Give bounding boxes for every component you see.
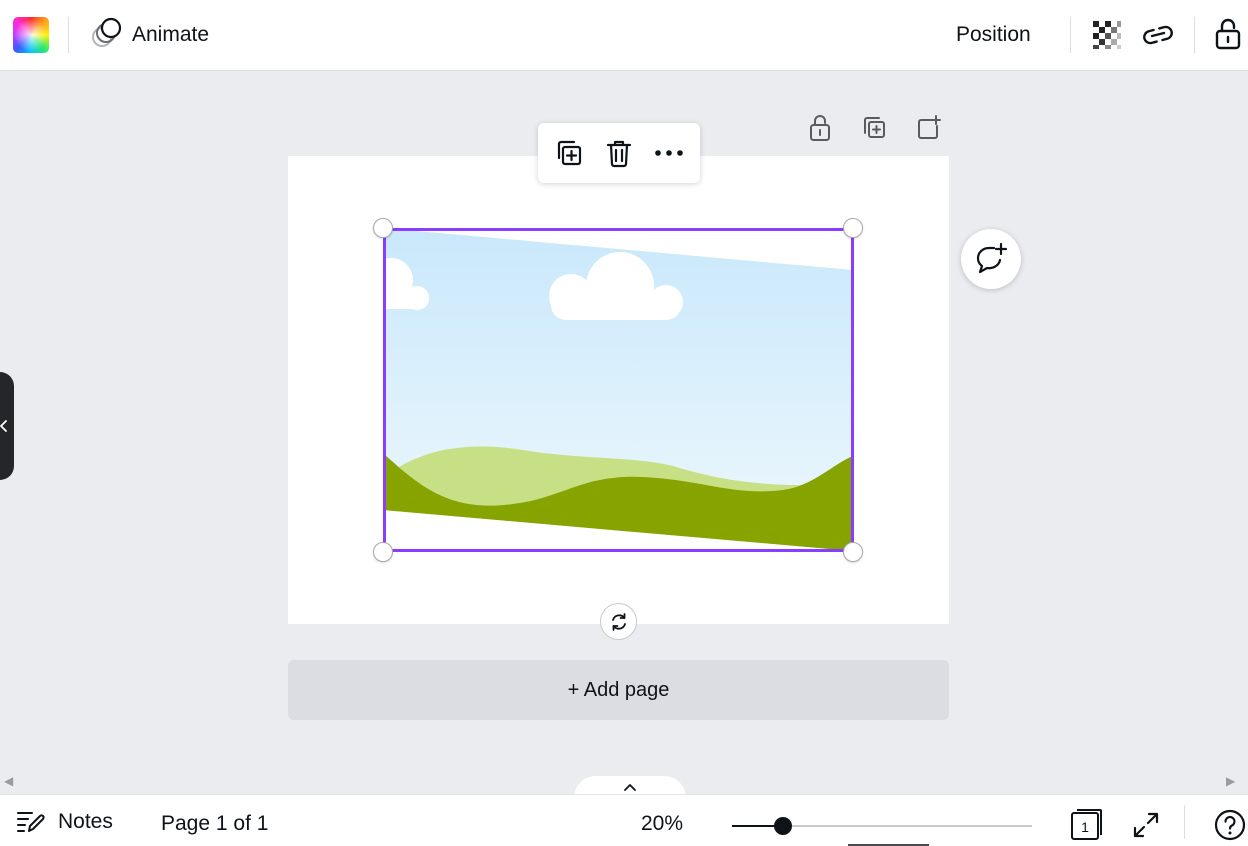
image-element[interactable] bbox=[383, 228, 853, 551]
toolbar-divider bbox=[68, 17, 69, 53]
animate-label: Animate bbox=[132, 23, 210, 46]
animate-button[interactable]: Animate bbox=[86, 14, 213, 56]
duplicate-icon bbox=[557, 140, 582, 166]
comment-add-icon bbox=[976, 242, 1008, 274]
element-floating-toolbar bbox=[538, 123, 700, 183]
zoom-slider-thumb[interactable] bbox=[774, 817, 792, 835]
resize-handle-bottom-left[interactable] bbox=[373, 542, 393, 562]
resize-handle-top-left[interactable] bbox=[373, 218, 393, 238]
notes-button[interactable]: Notes bbox=[16, 805, 113, 839]
rotate-icon bbox=[611, 612, 626, 631]
duplicate-page-button[interactable] bbox=[856, 110, 892, 146]
unlock-icon bbox=[810, 115, 830, 141]
delete-element-button[interactable] bbox=[597, 131, 641, 175]
resize-handle-bottom-right[interactable] bbox=[843, 542, 863, 562]
lock-button[interactable] bbox=[1210, 14, 1246, 54]
help-button[interactable] bbox=[1212, 807, 1248, 843]
trash-icon bbox=[606, 140, 632, 168]
expand-icon bbox=[1133, 812, 1159, 838]
lock-icon bbox=[1215, 18, 1241, 50]
zoom-slider[interactable] bbox=[732, 817, 1032, 835]
page-lock-button[interactable] bbox=[802, 110, 838, 146]
zoom-level[interactable]: 20% bbox=[641, 812, 683, 836]
fullscreen-button[interactable] bbox=[1128, 807, 1164, 843]
bottom-bar: Notes Page 1 of 1 20% 1 bbox=[0, 794, 1248, 846]
link-icon bbox=[1143, 25, 1173, 45]
color-picker-swatch[interactable] bbox=[13, 17, 49, 53]
notes-icon bbox=[17, 812, 45, 832]
toolbar-divider bbox=[1194, 17, 1195, 53]
add-page-above-button[interactable] bbox=[910, 110, 946, 146]
duplicate-page-icon bbox=[864, 117, 885, 138]
more-icon bbox=[655, 150, 683, 156]
page-grid-button[interactable]: 1 bbox=[1066, 805, 1106, 843]
rotate-handle[interactable] bbox=[600, 603, 637, 640]
transparency-icon bbox=[1093, 21, 1121, 49]
top-toolbar: Animate Position bbox=[0, 0, 1248, 71]
duplicate-element-button[interactable] bbox=[547, 131, 591, 175]
transparency-button[interactable] bbox=[1088, 16, 1126, 54]
chevron-up-icon bbox=[624, 783, 636, 791]
scroll-right-icon[interactable]: ▶ bbox=[1226, 774, 1235, 788]
pages-icon: 1 bbox=[1071, 809, 1102, 840]
add-comment-button[interactable] bbox=[961, 229, 1021, 289]
animate-icon bbox=[90, 16, 124, 55]
more-options-button[interactable] bbox=[647, 131, 691, 175]
link-button[interactable] bbox=[1138, 16, 1178, 54]
page-indicator: Page 1 of 1 bbox=[161, 812, 269, 835]
position-button[interactable]: Position bbox=[946, 14, 1041, 56]
bottom-divider bbox=[1184, 805, 1185, 839]
side-panel-toggle[interactable] bbox=[0, 372, 14, 480]
help-icon bbox=[1214, 809, 1246, 841]
landscape-image bbox=[383, 228, 853, 551]
notes-label: Notes bbox=[58, 810, 113, 833]
chevron-left-icon bbox=[0, 420, 7, 432]
add-page-icon bbox=[918, 115, 941, 139]
toolbar-divider bbox=[1070, 17, 1071, 53]
add-page-button[interactable]: + Add page bbox=[288, 660, 949, 720]
scroll-left-icon[interactable]: ◀ bbox=[4, 774, 13, 788]
page-count-badge: 1 bbox=[1081, 819, 1089, 835]
resize-handle-top-right[interactable] bbox=[843, 218, 863, 238]
